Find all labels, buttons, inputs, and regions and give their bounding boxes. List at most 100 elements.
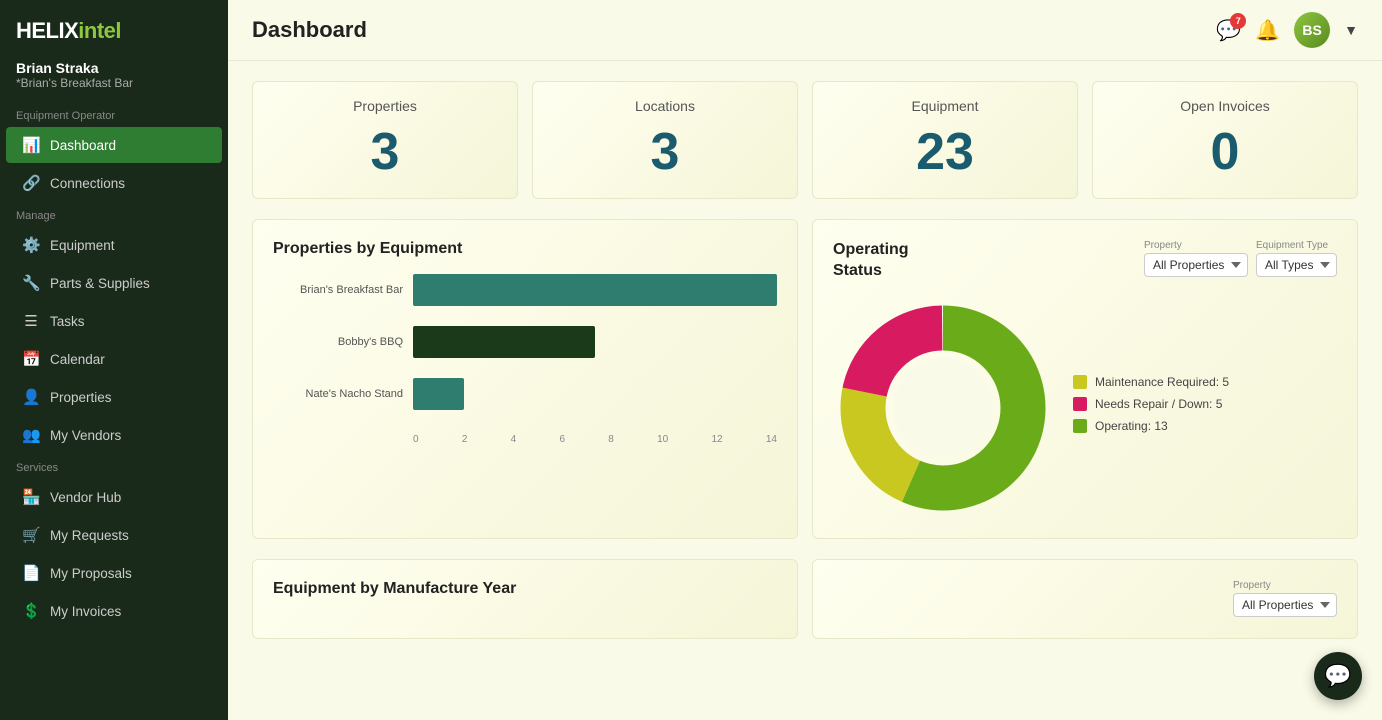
bottom-card-manufacture-year: Equipment by Manufacture Year <box>252 559 798 639</box>
sidebar-item-parts-supplies[interactable]: 🔧 Parts & Supplies <box>6 265 222 301</box>
tasks-icon: ☰ <box>22 312 40 330</box>
logo-helix: HELIX <box>16 18 78 43</box>
bar-row-1: Bobby's BBQ <box>273 326 777 358</box>
bar-chart-title: Properties by Equipment <box>273 240 777 258</box>
stat-label: Open Invoices <box>1113 98 1337 114</box>
sidebar-item-label: Equipment <box>50 238 115 253</box>
stat-card-open-invoices[interactable]: Open Invoices 0 <box>1092 81 1358 199</box>
bar-track <box>413 378 777 410</box>
vendor-hub-icon: 🏪 <box>22 488 40 506</box>
parts-icon: 🔧 <box>22 274 40 292</box>
vendors-icon: 👥 <box>22 426 40 444</box>
invoices-icon: 💲 <box>22 602 40 620</box>
legend-dot-maintenance <box>1073 375 1087 389</box>
notification-badge: 7 <box>1230 13 1246 29</box>
chat-button[interactable]: 💬 <box>1314 652 1362 700</box>
bottom-card-property: Property All Properties <box>812 559 1358 639</box>
legend-item-operating: Operating: 13 <box>1073 419 1337 433</box>
topbar: Dashboard 💬 7 🔔 BS ▼ <box>228 0 1382 61</box>
topbar-right: 💬 7 🔔 BS ▼ <box>1216 12 1358 48</box>
legend-label-maintenance: Maintenance Required: 5 <box>1095 375 1229 389</box>
property-filter-wrapper: Property All Properties <box>1144 240 1248 277</box>
user-info: Brian Straka *Brian's Breakfast Bar <box>0 56 228 102</box>
bar-label: Bobby's BBQ <box>273 336 413 348</box>
bottom-row: Equipment by Manufacture Year Property A… <box>252 559 1358 639</box>
stat-card-properties[interactable]: Properties 3 <box>252 81 518 199</box>
section-label-manage: Manage <box>0 202 228 226</box>
stat-card-locations[interactable]: Locations 3 <box>532 81 798 199</box>
user-name: Brian Straka <box>16 60 212 76</box>
bottom-property-wrapper: Property All Properties <box>1233 580 1337 617</box>
avatar-initials: BS <box>1302 22 1321 38</box>
property-filter-select[interactable]: All Properties <box>1144 253 1248 277</box>
equipment-type-label: Equipment Type <box>1256 240 1337 251</box>
stat-cards: Properties 3 Locations 3 Equipment 23 Op… <box>252 81 1358 199</box>
main-content: Dashboard 💬 7 🔔 BS ▼ Properties 3 Locati… <box>228 0 1382 720</box>
sidebar-item-dashboard[interactable]: 📊 Dashboard <box>6 127 222 163</box>
bar-fill <box>413 274 777 306</box>
legend-dot-operating <box>1073 419 1087 433</box>
manufacture-year-title: Equipment by Manufacture Year <box>273 580 777 598</box>
avatar[interactable]: BS <box>1294 12 1330 48</box>
section-label-services: Services <box>0 454 228 478</box>
sidebar-item-properties[interactable]: 👤 Properties <box>6 379 222 415</box>
sidebar-item-calendar[interactable]: 📅 Calendar <box>6 341 222 377</box>
sidebar-item-label: Dashboard <box>50 138 116 153</box>
proposals-icon: 📄 <box>22 564 40 582</box>
chat-icon: 💬 <box>1324 663 1351 689</box>
equipment-type-select[interactable]: All Types <box>1256 253 1337 277</box>
requests-icon: 🛒 <box>22 526 40 544</box>
stat-value: 23 <box>833 126 1057 178</box>
user-org: *Brian's Breakfast Bar <box>16 76 212 90</box>
sidebar-item-my-invoices[interactable]: 💲 My Invoices <box>6 593 222 629</box>
bar-chart-card: Properties by Equipment Brian's Breakfas… <box>252 219 798 539</box>
sidebar-item-connections[interactable]: 🔗 Connections <box>6 165 222 201</box>
user-dropdown-icon[interactable]: ▼ <box>1344 22 1358 38</box>
sidebar-item-my-requests[interactable]: 🛒 My Requests <box>6 517 222 553</box>
app-logo: HELIXintel <box>0 0 228 56</box>
stat-label: Locations <box>553 98 777 114</box>
dashboard-content: Properties 3 Locations 3 Equipment 23 Op… <box>228 61 1382 720</box>
properties-icon: 👤 <box>22 388 40 406</box>
os-title: OperatingStatus <box>833 240 909 282</box>
sidebar-item-label: My Invoices <box>50 604 121 619</box>
equipment-type-filter-wrapper: Equipment Type All Types <box>1256 240 1337 277</box>
legend: Maintenance Required: 5 Needs Repair / D… <box>1073 375 1337 441</box>
bar-label: Nate's Nacho Stand <box>273 388 413 400</box>
os-filters: Property All Properties Equipment Type A… <box>1144 240 1337 277</box>
sidebar-item-label: Calendar <box>50 352 105 367</box>
sidebar-item-label: Vendor Hub <box>50 490 121 505</box>
bar-axis: 0 2 4 6 8 10 12 14 <box>413 430 777 445</box>
os-content: Maintenance Required: 5 Needs Repair / D… <box>833 298 1337 518</box>
sidebar-item-label: Connections <box>50 176 125 191</box>
bottom-property-select[interactable]: All Properties <box>1233 593 1337 617</box>
messages-icon[interactable]: 💬 7 <box>1216 18 1241 43</box>
stat-label: Properties <box>273 98 497 114</box>
sidebar: HELIXintel Brian Straka *Brian's Breakfa… <box>0 0 228 720</box>
stat-value: 3 <box>273 126 497 178</box>
equipment-icon: ⚙️ <box>22 236 40 254</box>
sidebar-item-equipment[interactable]: ⚙️ Equipment <box>6 227 222 263</box>
sidebar-item-my-vendors[interactable]: 👥 My Vendors <box>6 417 222 453</box>
legend-label-operating: Operating: 13 <box>1095 419 1168 433</box>
property-filter-label: Property <box>1144 240 1248 251</box>
bar-chart: Brian's Breakfast Bar Bobby's BBQ Nate's… <box>273 274 777 455</box>
bar-fill <box>413 326 595 358</box>
connections-icon: 🔗 <box>22 174 40 192</box>
legend-item-repair: Needs Repair / Down: 5 <box>1073 397 1337 411</box>
stat-label: Equipment <box>833 98 1057 114</box>
stat-card-equipment[interactable]: Equipment 23 <box>812 81 1078 199</box>
sidebar-item-vendor-hub[interactable]: 🏪 Vendor Hub <box>6 479 222 515</box>
bottom-property-label: Property <box>1233 580 1337 591</box>
stat-value: 0 <box>1113 126 1337 178</box>
operating-status-card: OperatingStatus Property All Properties … <box>812 219 1358 539</box>
legend-dot-repair <box>1073 397 1087 411</box>
sidebar-item-label: My Proposals <box>50 566 132 581</box>
notifications-icon[interactable]: 🔔 <box>1255 18 1280 43</box>
charts-row: Properties by Equipment Brian's Breakfas… <box>252 219 1358 539</box>
sidebar-item-tasks[interactable]: ☰ Tasks <box>6 303 222 339</box>
legend-item-maintenance: Maintenance Required: 5 <box>1073 375 1337 389</box>
sidebar-item-my-proposals[interactable]: 📄 My Proposals <box>6 555 222 591</box>
calendar-icon: 📅 <box>22 350 40 368</box>
sidebar-item-label: Parts & Supplies <box>50 276 150 291</box>
